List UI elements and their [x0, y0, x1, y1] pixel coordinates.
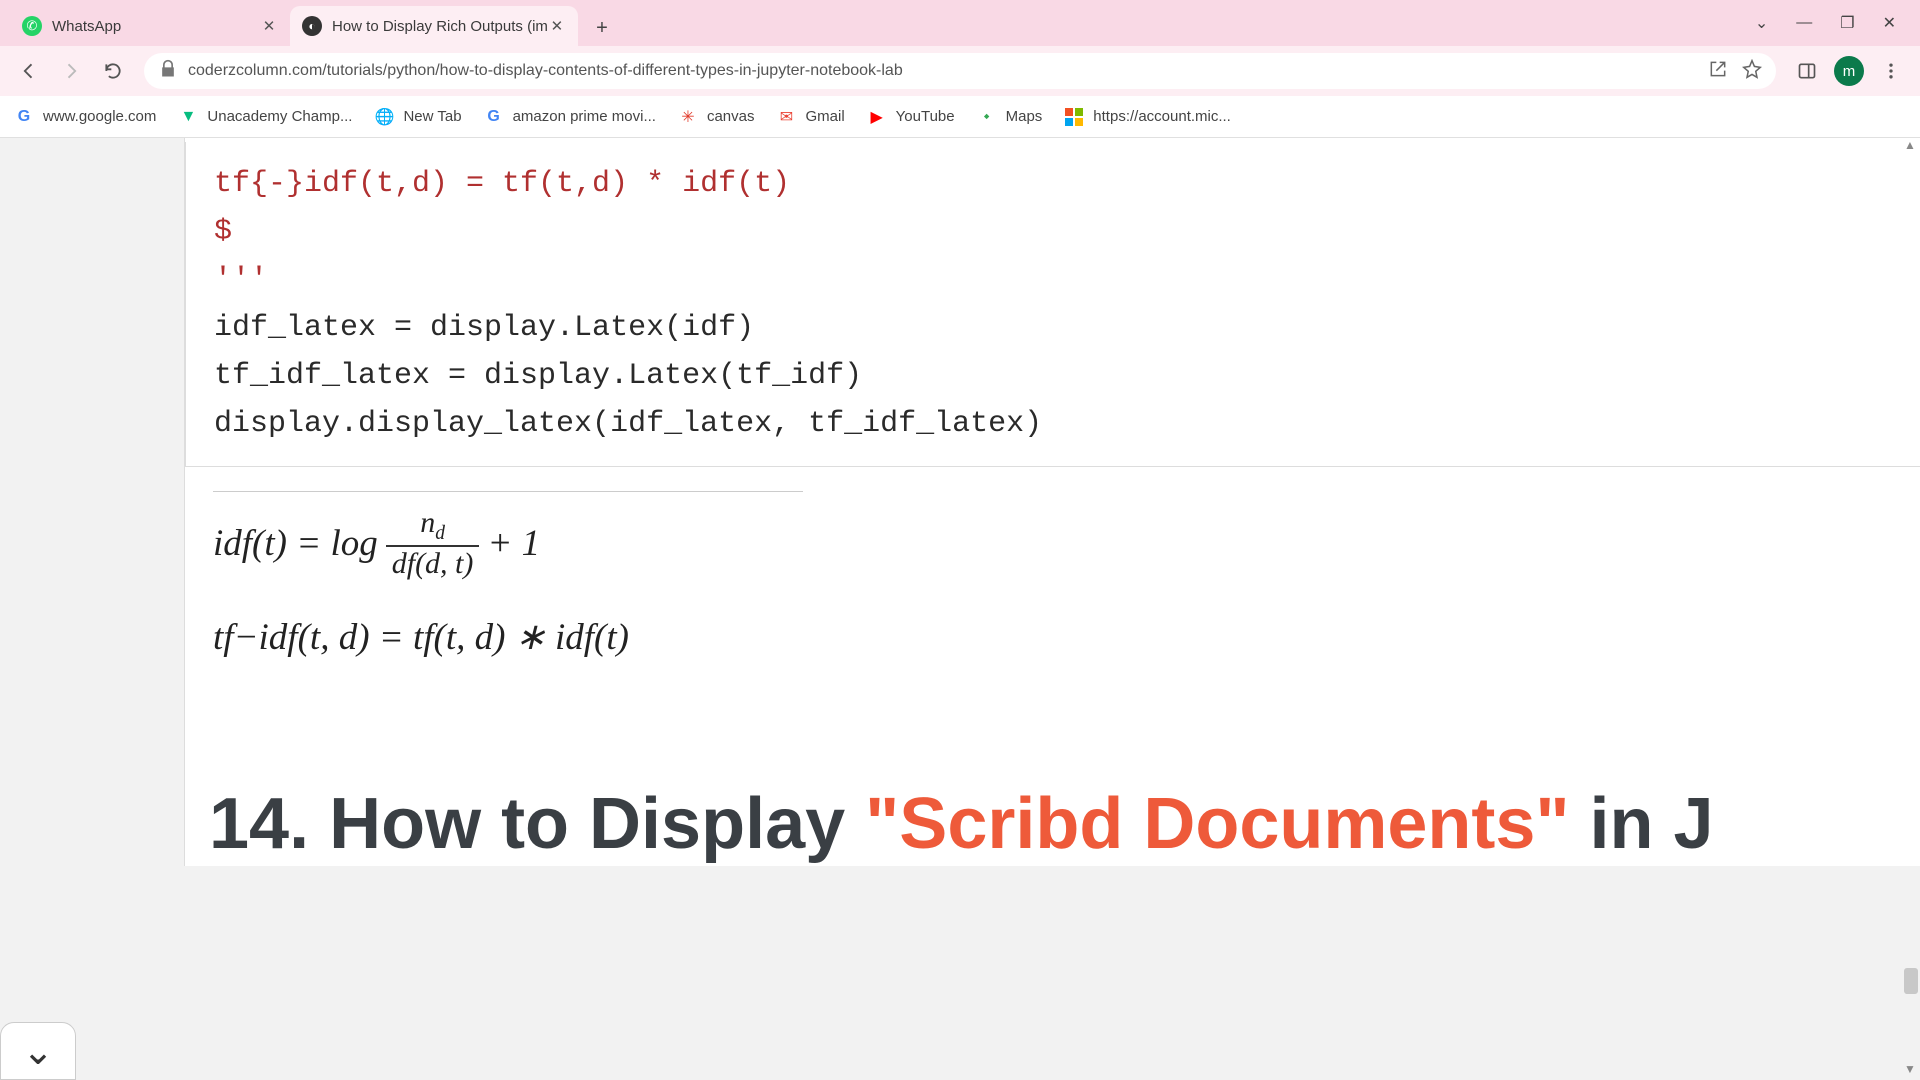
- tab-bar: ✆ WhatsApp ✕ ◐ How to Display Rich Outpu…: [0, 0, 1920, 46]
- youtube-icon: ▶: [867, 107, 887, 127]
- code-cell: tf{-}idf(t,d) = tf(t,d) * idf(t) $ ''' i…: [185, 142, 1920, 467]
- output-cell: idf(t) = log nd df(d, t) + 1 tf−idf(t, d…: [185, 467, 1920, 723]
- bookmark-maps[interactable]: ⬩Maps: [977, 107, 1043, 127]
- math-equation-1: idf(t) = log nd df(d, t) + 1: [213, 506, 1892, 581]
- bookmark-unacademy[interactable]: ▼Unacademy Champ...: [178, 107, 352, 127]
- profile-avatar[interactable]: m: [1834, 56, 1864, 86]
- minimize-icon[interactable]: —: [1796, 14, 1812, 32]
- code-line: ''': [214, 256, 1892, 304]
- nav-bar: coderzcolumn.com/tutorials/python/how-to…: [0, 46, 1920, 96]
- maximize-icon[interactable]: ❐: [1840, 13, 1854, 33]
- close-icon[interactable]: ✕: [260, 17, 278, 35]
- tab-search-icon[interactable]: ⌄: [1755, 13, 1768, 33]
- scrollbar[interactable]: ▲ ▼: [1902, 138, 1918, 1080]
- notebook-area: tf{-}idf(t,d) = tf(t,d) * idf(t) $ ''' i…: [184, 138, 1920, 866]
- tab-title: WhatsApp: [52, 18, 260, 35]
- bookmark-newtab[interactable]: 🌐New Tab: [374, 107, 461, 127]
- whatsapp-icon: ✆: [22, 16, 42, 36]
- bookmark-canvas[interactable]: ✳canvas: [678, 107, 755, 127]
- code-line: $: [214, 208, 1892, 256]
- tab-whatsapp[interactable]: ✆ WhatsApp ✕: [10, 6, 290, 46]
- scroll-thumb[interactable]: [1904, 968, 1918, 994]
- sidepanel-icon[interactable]: [1790, 54, 1824, 88]
- page-left-margin: [0, 138, 184, 1080]
- back-button[interactable]: [12, 54, 46, 88]
- reload-button[interactable]: [96, 54, 130, 88]
- output-divider: [213, 491, 803, 492]
- code-line: tf_idf_latex = display.Latex(tf_idf): [214, 352, 1892, 400]
- section-heading: 14. How to Display "Scribd Documents" in…: [185, 723, 1920, 866]
- url-bar[interactable]: coderzcolumn.com/tutorials/python/how-to…: [144, 53, 1776, 89]
- scroll-up-icon[interactable]: ▲: [1902, 138, 1918, 156]
- microsoft-icon: [1064, 107, 1084, 127]
- window-close-icon[interactable]: ✕: [1883, 13, 1896, 33]
- code-line: display.display_latex(idf_latex, tf_idf_…: [214, 400, 1892, 448]
- google-icon: G: [484, 107, 504, 127]
- bookmark-google[interactable]: Gwww.google.com: [14, 107, 156, 127]
- google-icon: G: [14, 107, 34, 127]
- window-controls: ⌄ — ❐ ✕: [1755, 0, 1920, 46]
- new-tab-button[interactable]: +: [584, 10, 620, 46]
- gmail-icon: ✉: [776, 107, 796, 127]
- url-text: coderzcolumn.com/tutorials/python/how-to…: [188, 62, 1708, 80]
- scroll-down-icon[interactable]: ▼: [1902, 1062, 1918, 1080]
- close-icon[interactable]: ✕: [548, 17, 566, 35]
- code-line: tf{-}idf(t,d) = tf(t,d) * idf(t): [214, 160, 1892, 208]
- share-icon[interactable]: [1708, 59, 1728, 84]
- canvas-icon: ✳: [678, 107, 698, 127]
- site-icon: ◐: [302, 16, 322, 36]
- maps-icon: ⬩: [977, 107, 997, 127]
- unacademy-icon: ▼: [178, 107, 198, 127]
- tab-article[interactable]: ◐ How to Display Rich Outputs (im ✕: [290, 6, 578, 46]
- page-content: tf{-}idf(t,d) = tf(t,d) * idf(t) $ ''' i…: [0, 138, 1920, 1080]
- star-icon[interactable]: [1742, 59, 1762, 84]
- chevron-down-icon: ⌄: [22, 1029, 54, 1074]
- forward-button[interactable]: [54, 54, 88, 88]
- math-equation-2: tf−idf(t, d) = tf(t, d) ∗ idf(t): [213, 615, 1892, 659]
- expand-panel-button[interactable]: ⌄: [0, 1022, 76, 1080]
- tab-title: How to Display Rich Outputs (im: [332, 18, 548, 35]
- bookmark-amazon[interactable]: Gamazon prime movi...: [484, 107, 656, 127]
- lock-icon: [158, 59, 178, 84]
- bookmark-microsoft[interactable]: https://account.mic...: [1064, 107, 1231, 127]
- menu-icon[interactable]: [1874, 54, 1908, 88]
- bookmark-youtube[interactable]: ▶YouTube: [867, 107, 955, 127]
- globe-icon: 🌐: [374, 107, 394, 127]
- bookmark-bar: Gwww.google.com ▼Unacademy Champ... 🌐New…: [0, 96, 1920, 138]
- bookmark-gmail[interactable]: ✉Gmail: [776, 107, 844, 127]
- code-line: idf_latex = display.Latex(idf): [214, 304, 1892, 352]
